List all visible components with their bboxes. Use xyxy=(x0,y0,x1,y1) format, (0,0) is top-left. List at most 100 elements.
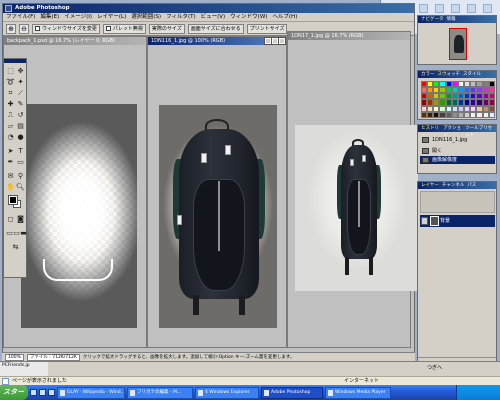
tab-layers[interactable]: レイヤー xyxy=(421,182,439,189)
tab-color[interactable]: カラー xyxy=(421,71,435,78)
taskbar: スタート GLAY · Wikipedia - Wind... フリガナの編集 … xyxy=(0,385,500,400)
history-panel: ヒストリー アクション ツールプリセット 1DN116_1.jpg 開く 画像解… xyxy=(417,124,497,174)
navigator-thumbnail[interactable] xyxy=(449,28,467,60)
color-swatch[interactable] xyxy=(488,111,495,118)
menu-select[interactable]: 選択範囲(S) xyxy=(131,13,161,21)
shape-tool-icon[interactable]: ▭ xyxy=(16,158,25,167)
blur-tool-icon[interactable]: ◔ xyxy=(6,133,15,142)
quick-mask-icon[interactable]: ◙ xyxy=(16,215,25,224)
maximize-button[interactable] xyxy=(271,37,279,45)
taskbar-item-edit[interactable]: フリガナの編集 - M... xyxy=(127,386,193,399)
document-title-3[interactable]: 1DN17_1.jpg @ 16.7% (RGB) xyxy=(288,32,410,40)
start-button[interactable]: スタート xyxy=(0,385,28,400)
type-tool-icon[interactable]: T xyxy=(16,147,25,156)
tab-info[interactable]: 情報 xyxy=(447,16,456,23)
document-canvas-2[interactable] xyxy=(159,105,277,328)
layer-options-area[interactable] xyxy=(420,191,495,213)
menu-filter[interactable]: フィルタ(T) xyxy=(166,13,196,21)
background-window-icon xyxy=(467,4,476,13)
media-strip: PCFriends.jp つぎへ xyxy=(0,361,500,377)
taskbar-item-explorer[interactable]: 4 Windows Explorer xyxy=(195,386,259,399)
menu-help[interactable]: ヘルプ(H) xyxy=(272,13,297,21)
tab-swatches[interactable]: スウォッチ xyxy=(438,71,461,78)
menu-image[interactable]: イメージ(I) xyxy=(64,13,92,21)
menu-view[interactable]: ビュー(V) xyxy=(201,13,226,21)
stamp-tool-icon[interactable]: ⎍ xyxy=(6,111,15,120)
eraser-tool-icon[interactable]: ▱ xyxy=(6,122,15,131)
close-button[interactable] xyxy=(278,37,286,45)
backpack-strap-end xyxy=(345,257,349,275)
resize-windows-checkbox[interactable]: ウィンドウサイズを変更 xyxy=(32,23,100,34)
path-selection-tool-icon[interactable]: ➤ xyxy=(6,147,15,156)
taskbar-item-photoshop[interactable]: Adobe Photoshop xyxy=(261,386,323,399)
slice-tool-icon[interactable]: ⟋ xyxy=(16,89,25,98)
zoom-level[interactable]: 100% xyxy=(5,353,24,361)
crop-tool-icon[interactable]: ⌗ xyxy=(6,89,15,98)
notes-tool-icon[interactable]: ✉ xyxy=(6,172,15,181)
taskbar-item-wikipedia[interactable]: GLAY · Wikipedia - Wind... xyxy=(57,386,125,399)
screen-mode-full-icon[interactable]: ▬ xyxy=(19,229,28,238)
document-window-3[interactable]: 1DN17_1.jpg @ 16.7% (RGB) xyxy=(287,31,418,348)
document-title-1[interactable]: backpack_1.psd @ 16.7% (レイヤー 0, RGB) xyxy=(4,37,146,45)
zoom-out-icon[interactable]: ⊖ xyxy=(19,23,29,34)
backpack-tag xyxy=(177,215,182,225)
magic-wand-tool-icon[interactable]: ✦ xyxy=(16,78,25,87)
document-size[interactable]: ファイル : 712K/712K xyxy=(26,353,80,361)
menu-file[interactable]: ファイル(F) xyxy=(6,13,35,21)
masked-backpack-image xyxy=(21,104,137,328)
foreground-color-swatch[interactable] xyxy=(8,195,18,205)
healing-brush-tool-icon[interactable]: ✚ xyxy=(6,100,15,109)
marquee-tool-icon[interactable]: ⬚ xyxy=(6,67,15,76)
window-title: Adobe Photoshop xyxy=(15,5,70,11)
tab-navigator[interactable]: ナビゲータ xyxy=(421,16,444,23)
tab-actions[interactable]: アクション xyxy=(443,125,462,138)
navigator-panel: ナビゲータ 情報 xyxy=(417,15,497,65)
continue-link[interactable]: つぎへ xyxy=(427,364,442,371)
fit-screen-button[interactable]: 画面サイズに合わせる xyxy=(187,23,244,34)
navigator-tabs: ナビゲータ 情報 xyxy=(418,16,496,23)
document-window-2[interactable]: 1DN116_1.jpg @ 100% (RGB) xyxy=(147,36,287,348)
history-item-open[interactable]: 開く xyxy=(420,147,495,155)
brush-tool-icon[interactable]: ✎ xyxy=(16,100,25,109)
zoom-tool-icon[interactable]: 🔍︎ xyxy=(16,183,25,192)
layers-tabs: レイヤー チャンネル パス xyxy=(418,182,496,189)
jump-to-imageready-icon[interactable]: ⇆ xyxy=(11,243,20,252)
document-canvas-3[interactable] xyxy=(295,125,418,291)
menu-window[interactable]: ウィンドウ(W) xyxy=(230,13,267,21)
minimize-button[interactable] xyxy=(264,37,272,45)
tab-history[interactable]: ヒストリー xyxy=(421,125,440,138)
hand-tool-icon[interactable]: ✋ xyxy=(6,183,15,192)
tab-channels[interactable]: チャンネル xyxy=(442,182,464,189)
standard-mode-icon[interactable]: ◻ xyxy=(6,215,15,224)
quicklaunch-icon[interactable] xyxy=(30,389,37,396)
quicklaunch-icon[interactable] xyxy=(48,389,55,396)
menu-layer[interactable]: レイヤー(L) xyxy=(97,13,126,21)
tab-tool-presets[interactable]: ツールプリセット xyxy=(465,125,496,138)
gradient-tool-icon[interactable]: ▤ xyxy=(16,122,25,131)
history-step-icon xyxy=(422,148,429,154)
quicklaunch-icon[interactable] xyxy=(39,389,46,396)
lasso-tool-icon[interactable]: ➰ xyxy=(6,78,15,87)
print-size-button[interactable]: プリントサイズ xyxy=(246,23,288,34)
photoshop-titlebar[interactable]: Adobe Photoshop xyxy=(3,4,414,13)
pen-tool-icon[interactable]: ✒ xyxy=(6,158,15,167)
history-item-resolution[interactable]: 画像解像度 xyxy=(420,156,495,164)
menu-edit[interactable]: 編集(E) xyxy=(40,13,59,21)
tab-styles[interactable]: スタイル xyxy=(463,71,481,78)
zoom-in-icon[interactable]: ⊕ xyxy=(6,23,16,34)
eyedropper-tool-icon[interactable]: ⚲ xyxy=(16,172,25,181)
move-tool-icon[interactable]: ✥ xyxy=(16,67,25,76)
ignore-palettes-checkbox[interactable]: パレット無視 xyxy=(102,23,146,34)
tab-paths[interactable]: パス xyxy=(467,182,476,189)
browser-status-text: ページが表示されました xyxy=(12,378,67,384)
actual-pixels-button[interactable]: 実際のサイズ xyxy=(148,23,185,34)
document-canvas-1[interactable] xyxy=(21,104,137,328)
history-snapshot[interactable]: 1DN116_1.jpg xyxy=(420,136,495,144)
taskbar-item-media-player[interactable]: Windows Media Player xyxy=(325,386,391,399)
history-brush-tool-icon[interactable]: ↺ xyxy=(16,111,25,120)
layer-row-background[interactable]: 背景 xyxy=(420,215,495,227)
backpack-tag xyxy=(225,145,231,155)
toolbox-header[interactable] xyxy=(4,59,26,63)
eye-icon[interactable] xyxy=(421,217,428,225)
dodge-tool-icon[interactable]: ● xyxy=(16,133,25,142)
